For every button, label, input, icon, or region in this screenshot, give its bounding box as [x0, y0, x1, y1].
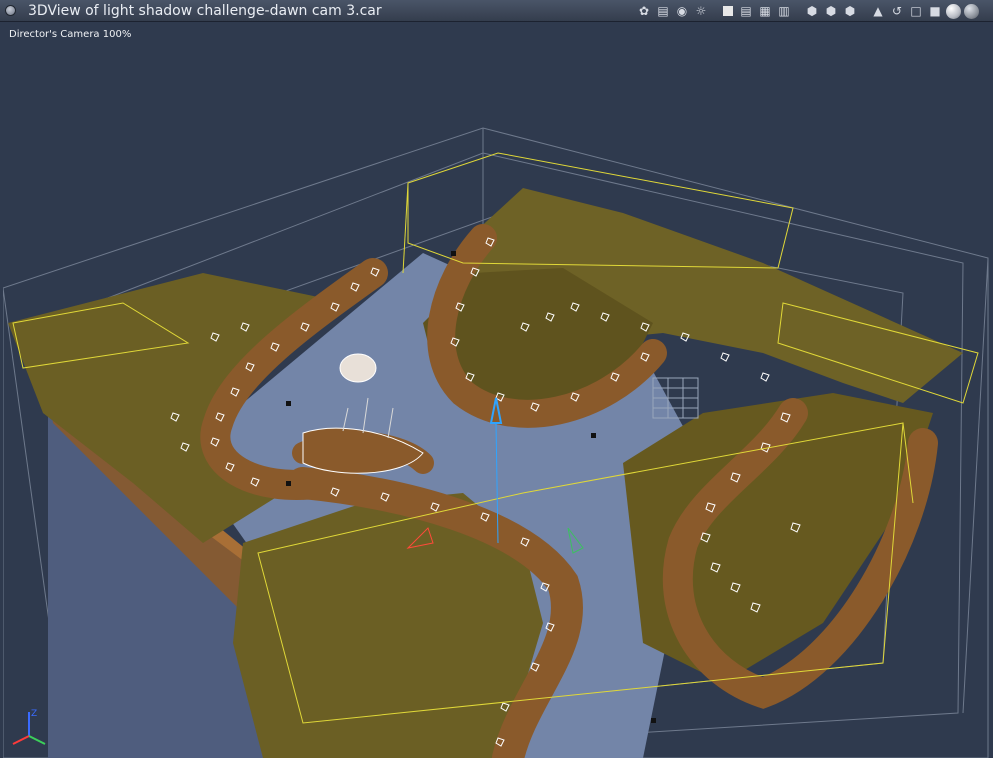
3d-viewport[interactable]: Director's Camera 100% Z — [3, 23, 990, 758]
single-view-icon[interactable] — [723, 6, 733, 16]
view-toolbar: ✿ ▤ ◉ ☼ ▤ ▦ ▥ ⬢ ⬢ ⬢ ▲ ↺ □ ■ — [636, 2, 979, 20]
rotate-icon[interactable]: ↺ — [889, 3, 905, 19]
wireframe-cube-icon[interactable]: □ — [908, 3, 924, 19]
camera-icon[interactable]: ◉ — [674, 3, 690, 19]
axis-gizmo: Z — [12, 709, 46, 745]
solid-cube-icon[interactable]: ■ — [927, 3, 943, 19]
axis-z-label: Z — [31, 709, 37, 719]
window-close-button[interactable] — [5, 5, 16, 16]
move-icon[interactable]: ▲ — [870, 3, 886, 19]
box-ortho-icon[interactable]: ⬢ — [804, 3, 820, 19]
three-view-icon[interactable]: ▥ — [776, 3, 792, 19]
render-ball-icon[interactable] — [946, 3, 961, 19]
sphere-orient-icon[interactable]: ☼ — [693, 3, 709, 19]
shaded-ball-icon[interactable] — [964, 3, 979, 19]
four-view-icon[interactable]: ▦ — [757, 3, 773, 19]
window-titlebar: 3DView of light shadow challenge-dawn ca… — [0, 0, 993, 22]
camera-label: Director's Camera 100% — [9, 29, 132, 40]
scene-render[interactable] — [3, 23, 990, 758]
rock-pillar — [339, 353, 377, 383]
two-view-icon[interactable]: ▤ — [738, 3, 754, 19]
window-title: 3DView of light shadow challenge-dawn ca… — [28, 3, 382, 19]
camera-list-icon[interactable]: ▤ — [655, 3, 671, 19]
box-perspective-icon[interactable]: ⬢ — [823, 3, 839, 19]
light-handles-icon[interactable]: ✿ — [636, 3, 652, 19]
box-free-icon[interactable]: ⬢ — [842, 3, 858, 19]
